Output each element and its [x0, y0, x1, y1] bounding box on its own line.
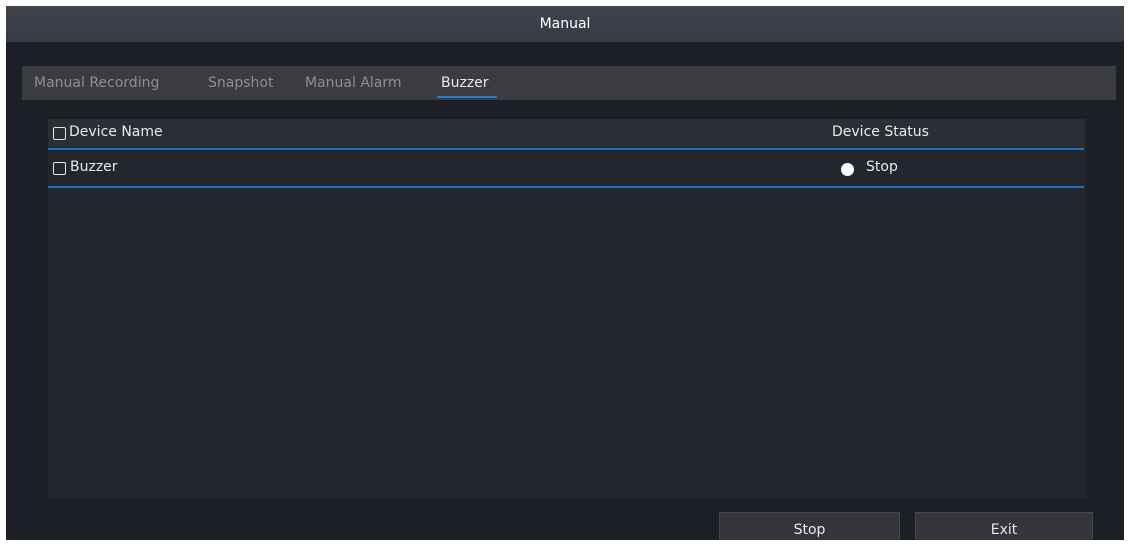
tab-manual-alarm[interactable]: Manual Alarm	[305, 66, 402, 100]
table-row[interactable]: Buzzer Stop	[48, 150, 1084, 188]
stop-button[interactable]: Stop	[719, 512, 900, 540]
column-header-device-name: Device Name	[69, 124, 163, 140]
manual-dialog: Manual Manual Recording Snapshot Manual …	[6, 6, 1124, 540]
tab-snapshot[interactable]: Snapshot	[208, 66, 273, 100]
device-table: Device Name Device Status Buzzer Stop	[48, 119, 1086, 498]
device-name: Buzzer	[70, 159, 118, 175]
tab-manual-recording[interactable]: Manual Recording	[34, 66, 159, 100]
exit-button[interactable]: Exit	[915, 512, 1093, 540]
dialog-title: Manual	[6, 6, 1124, 42]
status-indicator-icon	[841, 163, 854, 176]
row-checkbox[interactable]	[53, 162, 66, 175]
tab-bar: Manual Recording Snapshot Manual Alarm B…	[22, 66, 1116, 100]
device-status: Stop	[866, 159, 898, 175]
table-header: Device Name Device Status	[48, 119, 1084, 150]
select-all-checkbox[interactable]	[53, 127, 66, 140]
tab-buzzer[interactable]: Buzzer	[437, 66, 497, 100]
column-header-device-status: Device Status	[832, 124, 929, 140]
